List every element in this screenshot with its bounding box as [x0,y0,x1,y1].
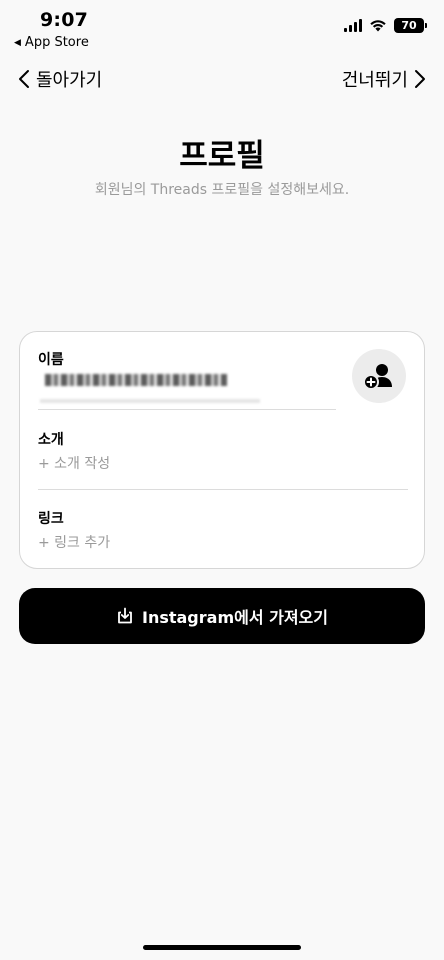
intro-input[interactable]: + 소개 작성 [38,453,110,473]
back-button-label: 돌아가기 [36,70,103,91]
battery-icon: 70 [394,18,427,33]
add-person-icon [363,364,392,390]
back-to-app-store[interactable]: ◀ App Store [14,35,89,50]
import-download-icon [118,607,132,624]
name-value-redacted[interactable] [45,374,227,386]
name-label: 이름 [38,352,64,368]
link-label: 링크 [38,511,64,527]
wifi-icon [370,20,386,32]
home-indicator[interactable] [143,945,301,950]
link-input[interactable]: + 링크 추가 [38,532,110,552]
name-value-redacted-underline [40,399,260,403]
battery-level: 70 [401,19,417,32]
cellular-signal-icon [344,19,362,32]
status-icons: 70 [344,18,427,33]
intro-divider [38,489,408,490]
intro-label: 소개 [38,432,64,448]
chevron-right-icon [415,70,425,88]
skip-button[interactable]: 건너뛰기 [342,66,426,92]
page-title: 프로필 [179,138,265,174]
skip-button-label: 건너뛰기 [341,70,408,91]
name-divider [38,409,336,410]
back-app-label: App Store [24,35,89,50]
add-profile-photo-button[interactable] [352,349,406,403]
profile-form-card: 이름 소개 + 소개 작성 링크 + 링크 추가 [19,331,425,569]
status-bar: 9:07 ◀ App Store 70 [0,0,444,56]
status-time: 9:07 [40,9,89,31]
back-button[interactable]: 돌아가기 [18,66,102,92]
import-button-label: Instagram에서 가져오기 [141,608,328,627]
import-from-instagram-button[interactable]: Instagram에서 가져오기 [19,588,425,644]
back-triangle-icon: ◀ [14,37,21,48]
page-subtitle: 회원님의 Threads 프로필을 설정해보세요. [94,182,350,198]
top-navigation: 돌아가기 건너뛰기 [0,64,444,96]
chevron-left-icon [19,70,29,88]
